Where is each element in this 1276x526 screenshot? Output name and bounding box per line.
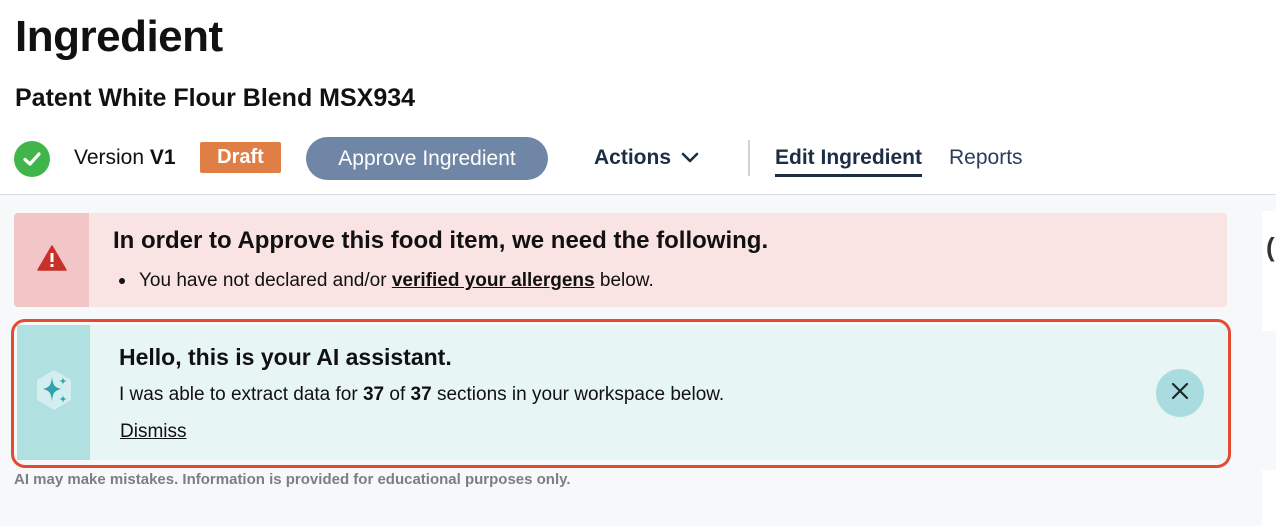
actions-menu[interactable]: Actions bbox=[594, 146, 699, 170]
version-label: Version V1 bbox=[74, 146, 176, 169]
alert-item-suffix: below. bbox=[599, 270, 654, 291]
list-item: You have not declared and/or verified yo… bbox=[113, 270, 654, 292]
check-circle-icon bbox=[14, 141, 50, 177]
tab-edit-ingredient[interactable]: Edit Ingredient bbox=[775, 146, 922, 177]
bullet bbox=[119, 278, 125, 284]
side-panel-glyph: ( bbox=[1266, 232, 1275, 262]
ingredient-name: Patent White Flour Blend MSX934 bbox=[15, 84, 416, 112]
toolbar-divider bbox=[748, 140, 750, 176]
side-panel-edge bbox=[1262, 211, 1276, 331]
page-title: Ingredient bbox=[15, 12, 223, 61]
page-header: Ingredient Patent White Flour Blend MSX9… bbox=[0, 0, 1276, 195]
tab-reports[interactable]: Reports bbox=[949, 146, 1023, 170]
side-panel-edge-lower bbox=[1262, 470, 1276, 526]
highlight-outline bbox=[11, 319, 1231, 468]
status-badge: Draft bbox=[200, 142, 281, 173]
alert-title: In order to Approve this food item, we n… bbox=[113, 227, 769, 254]
approve-ingredient-button[interactable]: Approve Ingredient bbox=[306, 137, 548, 180]
actions-label: Actions bbox=[594, 146, 672, 169]
approval-requirements-alert: In order to Approve this food item, we n… bbox=[14, 213, 1227, 307]
chevron-down-icon bbox=[681, 146, 699, 170]
status-toolbar: Version V1 Draft Approve Ingredient Acti… bbox=[0, 136, 1276, 182]
alert-list: You have not declared and/or verified yo… bbox=[113, 270, 654, 292]
warning-icon bbox=[36, 244, 67, 276]
ai-disclaimer: AI may make mistakes. Information is pro… bbox=[14, 471, 571, 488]
version-value: V1 bbox=[149, 146, 176, 169]
verify-allergens-link[interactable]: verified your allergens bbox=[392, 270, 595, 291]
alert-item-text: You have not declared and/or bbox=[139, 270, 387, 291]
alert-icon-panel bbox=[14, 213, 89, 307]
